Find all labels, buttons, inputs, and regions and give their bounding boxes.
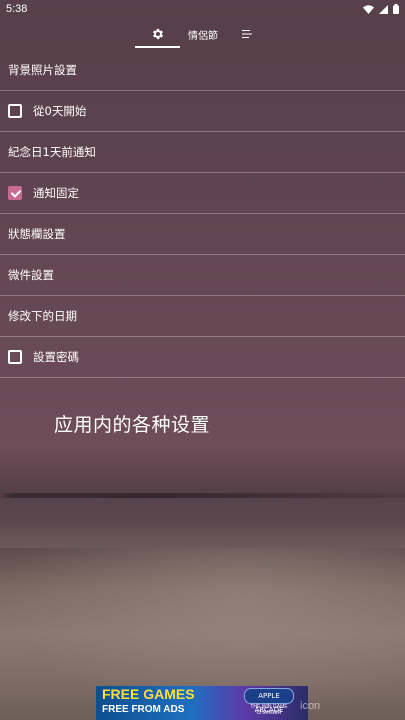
setting-label: 修改下的日期 [8,309,77,323]
setting-label: 通知固定 [33,186,79,200]
tab-bar: 情侶節 [0,18,405,50]
battery-icon [393,4,399,14]
setting-label: 從0天開始 [33,104,87,118]
setting-label: 背景照片設置 [8,63,77,77]
setting-label: 紀念日1天前通知 [8,145,96,159]
ad-badge: APPLE ARCADE [244,688,294,714]
ad-banner[interactable]: FREE GAMES FREE FROM ADS APPLE ARCADE TH… [96,686,308,720]
setting-anniversary-notify[interactable]: 紀念日1天前通知 [0,132,405,173]
gear-icon [152,28,163,40]
checkbox-start-from-zero[interactable] [8,104,22,118]
settings-list: 背景照片設置 從0天開始 紀念日1天前通知 通知固定 狀態欄設置 微件設置 修改… [0,50,405,378]
tab-active-indicator [135,46,180,48]
setting-widget[interactable]: 微件設置 [0,255,405,296]
setting-background-photo[interactable]: 背景照片設置 [0,50,405,91]
status-bar: 5:38 [0,0,405,18]
tab-couple-label: 情侶節 [188,30,218,42]
ad-headline: FREE GAMES [102,686,195,702]
status-icons [363,4,399,14]
tab-couple[interactable]: 情侶節 [182,18,224,50]
checkbox-password[interactable] [8,350,22,364]
sea [0,498,405,548]
wifi-icon [363,4,374,14]
ad-tagline: THE WIN GAME CHANGER [250,704,288,716]
tab-menu[interactable] [232,18,262,50]
tab-settings[interactable] [135,18,180,50]
setting-pin-notification[interactable]: 通知固定 [0,173,405,214]
setting-edit-date[interactable]: 修改下的日期 [0,296,405,337]
status-time: 5:38 [6,3,28,15]
menu-icon [242,30,252,38]
ad-subline: FREE FROM ADS [102,704,185,715]
checkbox-pin-notification[interactable] [8,186,22,200]
setting-status-bar[interactable]: 狀態欄設置 [0,214,405,255]
promo-caption: 应用内的各种设置 [54,414,211,436]
setting-start-from-zero[interactable]: 從0天開始 [0,91,405,132]
setting-password[interactable]: 設置密碼 [0,337,405,378]
watermark: icon [300,700,321,712]
setting-label: 設置密碼 [33,350,79,364]
signal-icon [379,4,388,14]
setting-label: 微件設置 [8,268,54,282]
setting-label: 狀態欄設置 [8,227,66,241]
